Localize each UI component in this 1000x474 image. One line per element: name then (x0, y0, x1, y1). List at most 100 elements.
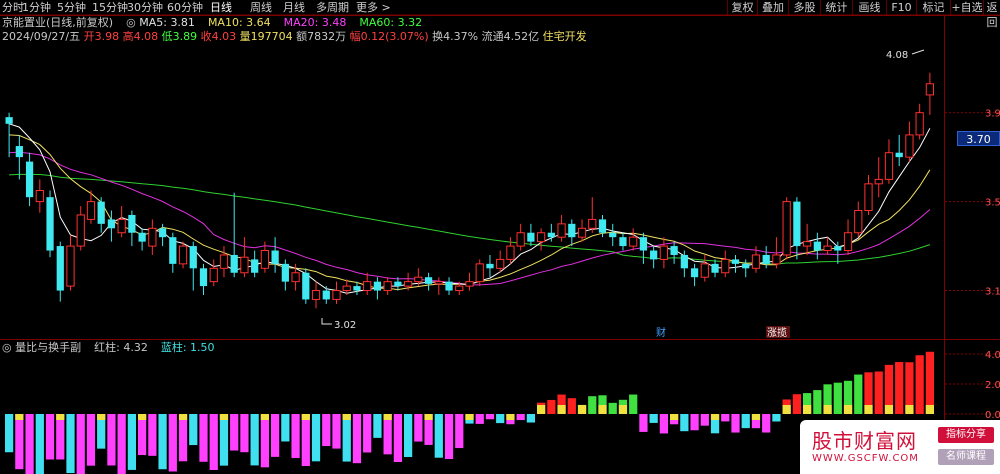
ind-bar-50 (516, 414, 525, 421)
candle-body-78 (803, 241, 812, 247)
ind-sub-bar-58 (598, 405, 607, 414)
ind-bar-68 (700, 414, 709, 426)
ind-bar-28 (291, 414, 300, 459)
ind-bar-55 (567, 398, 576, 414)
ind-sub-bar-37 (383, 414, 392, 420)
ind-sub-bar-49 (506, 414, 515, 420)
event-mark-2: 涨揽 (767, 326, 787, 339)
candle-body-76 (782, 201, 791, 256)
candle-body-61 (629, 236, 638, 247)
ind-sub-bar-73 (751, 414, 761, 420)
ind-bar-20 (209, 414, 218, 470)
ind-bar-16 (168, 414, 177, 472)
ind-bar-37 (383, 414, 392, 455)
ind-bar-33 (342, 414, 351, 462)
ind-bar-13 (138, 414, 147, 456)
candle-body-39 (404, 281, 413, 287)
indicator-collapse-icon[interactable]: ◎ (2, 341, 12, 354)
candle-body-84 (864, 183, 873, 212)
ind-sub-bar-84 (864, 405, 873, 414)
candle-body-55 (568, 223, 576, 238)
candle-body-56 (577, 227, 587, 238)
candle-body-66 (680, 254, 688, 269)
ind-sub-bar-54 (557, 405, 566, 414)
ind-bar-2 (25, 414, 34, 474)
ind-bar-53 (547, 399, 556, 414)
candle-body-65 (670, 246, 678, 255)
watermark: 股市财富网 WWW.GSCFW.COM 指标分享 名师课程 (800, 420, 1000, 474)
ind-bar-85 (874, 371, 883, 414)
candle-body-60 (619, 237, 627, 247)
ind-sub-bar-56 (577, 405, 587, 414)
candle-body-75 (772, 254, 781, 265)
ind-bar-21 (219, 414, 229, 466)
ind-bar-32 (332, 414, 341, 449)
candle-body-52 (537, 232, 546, 243)
ind-bar-51 (526, 414, 535, 423)
kline-chart[interactable]: 4.083.02财 涨揽3.93.53.14.02.00.0 (0, 0, 1000, 474)
ind-bar-23 (240, 414, 249, 453)
ind-bar-42 (434, 414, 443, 458)
ind-bar-0 (5, 414, 14, 453)
ind-bar-17 (178, 414, 188, 462)
ind-bar-39 (404, 414, 413, 458)
candle-body-25 (260, 250, 269, 269)
ind-bar-64 (659, 414, 668, 434)
candle-body-36 (373, 281, 382, 291)
low-arrow (321, 318, 332, 325)
indicator-name[interactable]: 量比与换手副 (15, 341, 81, 354)
ind-bar-1 (15, 414, 24, 470)
ind-sub-bar-45 (465, 414, 474, 420)
ind-bar-72 (741, 414, 750, 429)
ind-sub-bar-13 (138, 414, 147, 420)
ind-bar-5 (56, 414, 65, 460)
candle-body-37 (383, 281, 392, 292)
ind-bar-22 (230, 414, 239, 451)
candle-body-53 (547, 232, 555, 238)
candle-body-51 (527, 232, 535, 242)
ind-bar-25 (260, 414, 269, 468)
candle-body-49 (506, 245, 515, 260)
ind-sub-bar-80 (823, 405, 832, 414)
ind-bar-74 (762, 414, 771, 433)
candle-body-72 (742, 263, 750, 269)
candle-body-27 (281, 263, 289, 282)
candle-body-41 (424, 277, 433, 284)
ind-bar-30 (311, 414, 321, 462)
watermark-url: WWW.GSCFW.COM (812, 453, 919, 464)
ind-bar-34 (352, 414, 362, 464)
ind-bar-77 (792, 394, 801, 414)
ind-bar-61 (629, 394, 638, 414)
ind-bar-89 (915, 355, 924, 414)
candle-body-18 (189, 246, 197, 269)
candle-body-6 (66, 245, 75, 287)
candle-body-14 (148, 227, 157, 247)
red-bar-label: 红柱: (94, 341, 120, 354)
ind-sub-bar-25 (260, 414, 269, 420)
ind-bar-38 (393, 414, 402, 463)
high-arrow (911, 49, 925, 55)
indicator-header: ◎ 量比与换手副 红柱: 4.32 蓝柱: 1.50 (2, 341, 215, 355)
candle-body-12 (128, 214, 136, 233)
ind-bar-62 (639, 414, 648, 432)
candle-body-17 (178, 245, 188, 265)
watermark-badge-share: 指标分享 (938, 427, 994, 443)
ind-sub-bar-1 (15, 414, 24, 420)
candle-body-48 (496, 258, 505, 269)
ind-sub-bar-60 (618, 405, 628, 414)
candle-body-70 (721, 258, 730, 274)
candle-body-16 (169, 237, 177, 264)
candle-body-69 (711, 263, 719, 273)
ind-sub-bar-52 (537, 405, 546, 414)
price-axis-label-0: 3.9 (985, 109, 1000, 120)
ind-bar-90 (925, 351, 934, 414)
ind-bar-26 (271, 414, 280, 457)
candle-body-64 (659, 245, 668, 260)
ind-sub-bar-78 (803, 405, 812, 414)
candle-body-23 (240, 256, 249, 274)
ind-bar-43 (444, 414, 454, 460)
ind-sub-bar-5 (56, 414, 65, 420)
candle-body-0 (5, 117, 13, 124)
ind-bar-7 (76, 414, 85, 474)
candle-body-22 (230, 254, 238, 273)
